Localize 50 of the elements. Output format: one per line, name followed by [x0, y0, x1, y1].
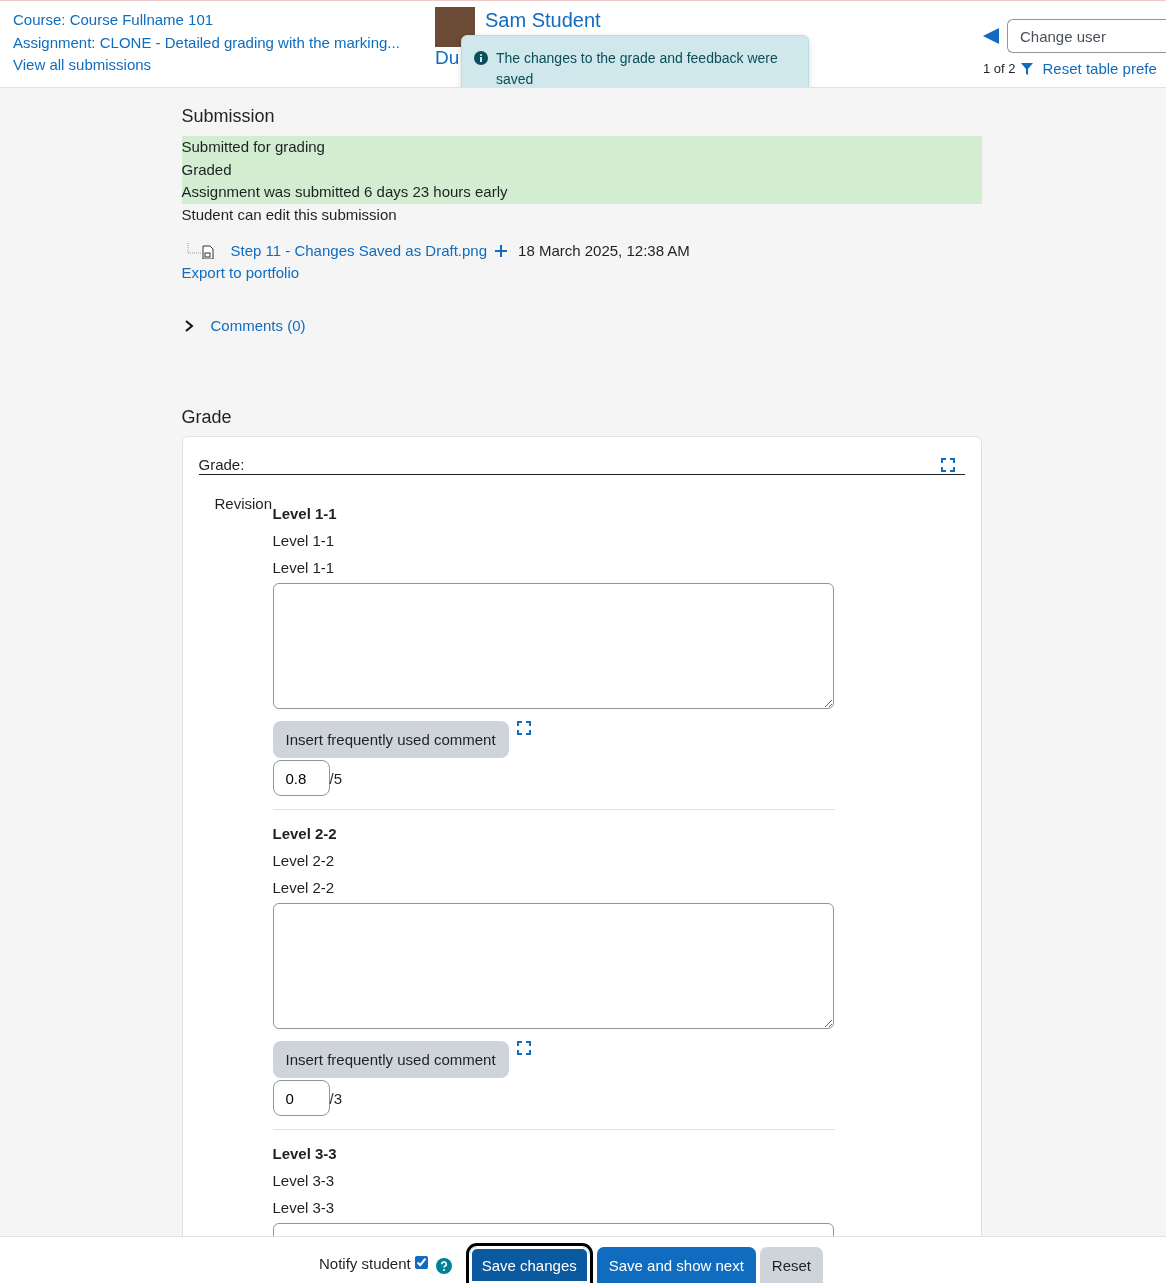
expand-icon[interactable]	[516, 1041, 531, 1055]
filter-icon[interactable]	[1020, 62, 1033, 75]
comments-link[interactable]: Comments (0)	[210, 317, 306, 334]
nav-link[interactable]: Assignment: CLONE - Detailed grading with the marking...	[13, 31, 423, 54]
nav-link[interactable]: View all submissions	[13, 54, 423, 77]
notify-label: Notify student	[318, 1255, 411, 1272]
file-tree-icon	[186, 243, 217, 259]
expand-icon[interactable]	[516, 721, 531, 735]
status-text: Submitted for grading	[181, 137, 326, 157]
due-date: Du	[435, 47, 460, 69]
criterion-name: Level 1-1	[272, 504, 338, 524]
plus-icon[interactable]	[495, 245, 508, 257]
criterion-description: Level 2-2	[272, 851, 336, 871]
change-user-field[interactable]: Change user	[1007, 19, 1166, 53]
criterion-description: Level 1-1	[272, 531, 336, 551]
status-text: Student can edit this submission	[181, 204, 398, 225]
previous-user-icon[interactable]	[983, 28, 999, 44]
reset-table-link[interactable]: Reset table prefe	[1042, 60, 1157, 77]
help-icon[interactable]	[435, 1258, 452, 1274]
section-heading: Grade	[181, 406, 233, 428]
insert-comment-button[interactable]: Insert frequently used comment	[272, 721, 509, 758]
grade-label: Grade:	[198, 456, 245, 473]
criterion-remark: Level 3-3	[272, 1198, 336, 1218]
file-link[interactable]: Step 11 - Changes Saved as Draft.png	[230, 240, 488, 262]
action-button[interactable]: Reset	[759, 1247, 824, 1283]
criterion-name: Level 2-2	[272, 824, 338, 844]
avatar-photo-placeholder	[435, 7, 475, 47]
max-score: /5	[329, 769, 342, 787]
score-field[interactable]: 0.8	[272, 760, 330, 796]
export-link[interactable]: Export to portfolio	[181, 262, 982, 284]
page-count: 1 of 2	[983, 61, 1016, 76]
criterion-remark: Level 2-2	[272, 878, 336, 898]
max-score: /3	[329, 1089, 342, 1107]
info-icon	[474, 51, 488, 65]
status-text: Graded	[181, 159, 233, 180]
nav-link[interactable]: Course: Course Fullname 101	[13, 9, 423, 32]
status-text: Assignment was submitted 6 days 23 hours early	[181, 182, 509, 202]
criterion-description: Level 3-3	[272, 1171, 336, 1191]
action-button[interactable]: Save and show next	[596, 1247, 756, 1283]
insert-comment-button[interactable]: Insert frequently used comment	[272, 1041, 509, 1078]
student-name-link[interactable]: Sam Student	[485, 7, 601, 33]
file-date: 18 March 2025, 12:38 AM	[518, 241, 690, 261]
notification-message: The changes to the grade and feedback were saved	[496, 49, 779, 87]
guide-name: Revision	[214, 495, 273, 514]
score-field[interactable]: 0	[272, 1080, 330, 1116]
criterion-name: Level 3-3	[272, 1144, 338, 1164]
section-heading: Submission	[181, 105, 276, 127]
criterion-remark: Level 1-1	[272, 558, 336, 578]
expand-icon[interactable]	[940, 457, 955, 472]
notify-checkbox[interactable]	[414, 1256, 428, 1269]
